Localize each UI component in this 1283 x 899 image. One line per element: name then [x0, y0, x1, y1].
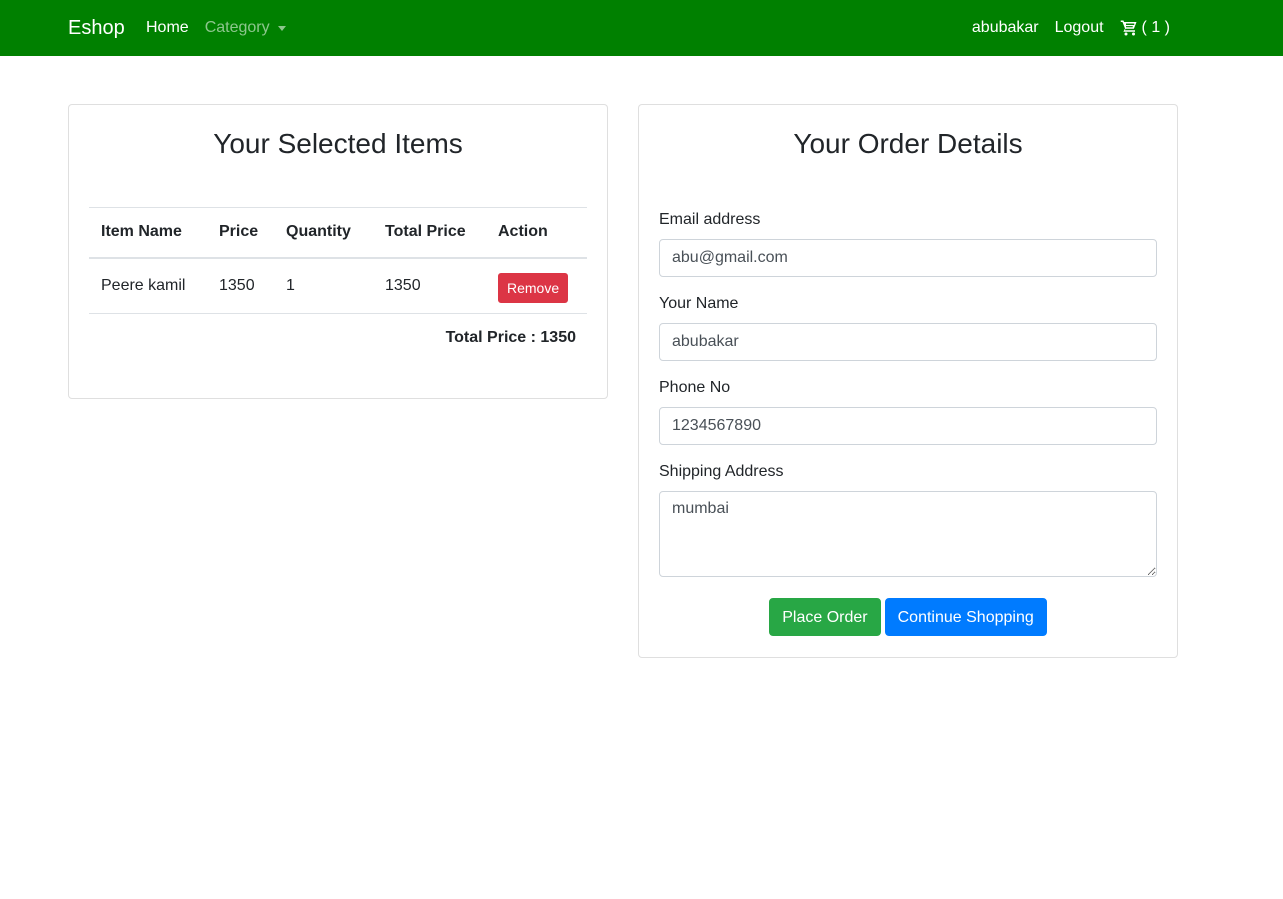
col-quantity: Quantity [286, 223, 351, 241]
place-order-button[interactable]: Place Order [769, 598, 881, 636]
cart-total: Total Price : 1350 [445, 329, 576, 346]
brand-link[interactable]: Eshop [68, 15, 125, 41]
address-textarea[interactable]: mumbai [659, 491, 1157, 577]
continue-shopping-button[interactable]: Continue Shopping [884, 598, 1047, 636]
cart-count: ( 1 ) [1141, 19, 1170, 36]
name-field[interactable] [659, 323, 1157, 361]
form-actions: Place Order Continue Shopping [659, 598, 1157, 636]
order-details-title: Your Order Details [793, 128, 1023, 159]
col-item-name: Item Name [101, 223, 182, 241]
order-details-card: Your Order Details Email address Your Na… [638, 104, 1178, 658]
email-label: Email address [659, 211, 761, 228]
phone-label: Phone No [659, 379, 731, 396]
cell-total: 1350 [385, 276, 421, 294]
navbar: Eshop Home Category abubakar Logout ( 1 … [0, 0, 1283, 56]
email-field[interactable] [659, 239, 1157, 277]
address-label: Shipping Address [659, 463, 784, 480]
nav-user-link[interactable]: abubakar [972, 17, 1039, 39]
remove-button[interactable]: Remove [498, 272, 569, 303]
cart-link[interactable]: ( 1 ) [1120, 19, 1170, 37]
nav-right: abubakar Logout ( 1 ) [972, 17, 1170, 39]
cell-quantity: 1 [286, 276, 295, 294]
table-header-row: Item Name Price Quantity Total Price Act… [89, 207, 587, 258]
order-form: Email address Your Name Phone No Shippin… [659, 209, 1157, 636]
cell-price: 1350 [219, 276, 255, 294]
nav-category-label: Category [204, 19, 270, 36]
table-row: Peere kamil 1350 1 1350 Remove [89, 258, 587, 314]
nav-category-dropdown[interactable]: Category [205, 17, 286, 39]
selected-items-title: Your Selected Items [213, 128, 463, 159]
col-total-price: Total Price [385, 223, 466, 241]
cart-table: Item Name Price Quantity Total Price Act… [89, 207, 587, 314]
col-action: Action [498, 223, 548, 241]
cart-icon [1120, 20, 1137, 36]
selected-items-card: Your Selected Items Item Name Price Quan… [68, 104, 608, 399]
nav-home-link[interactable]: Home [146, 17, 189, 39]
name-label: Your Name [659, 295, 739, 312]
phone-field[interactable] [659, 407, 1157, 445]
nav-logout-link[interactable]: Logout [1055, 17, 1104, 39]
cell-item-name: Peere kamil [101, 276, 186, 294]
col-price: Price [219, 223, 259, 241]
chevron-down-icon [277, 25, 286, 31]
nav-left: Home Category [146, 17, 286, 39]
cell-action: Remove [486, 258, 587, 314]
